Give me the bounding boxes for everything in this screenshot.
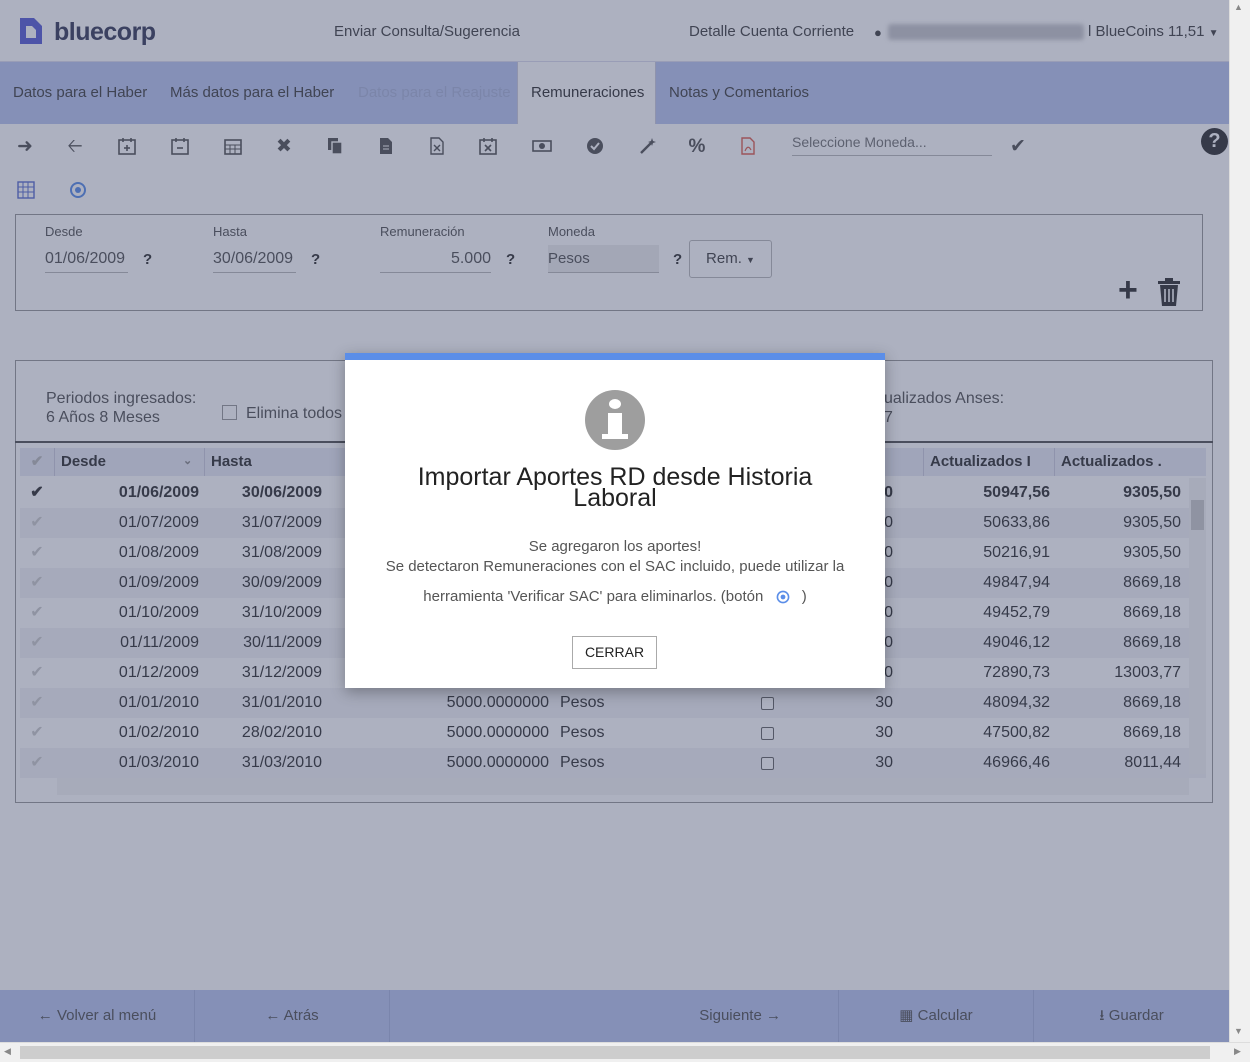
info-modal: Importar Aportes RD desde Historia Labor… <box>345 353 885 688</box>
page-hscroll-thumb[interactable] <box>20 1046 1210 1059</box>
scroll-right-icon[interactable]: ▶ <box>1234 1046 1241 1057</box>
scroll-left-icon[interactable]: ◀ <box>4 1046 11 1057</box>
modal-line-3: herramienta 'Verificar SAC' para elimina… <box>355 588 875 605</box>
info-icon <box>585 390 645 450</box>
modal-line-3-end: ) <box>801 588 807 605</box>
modal-line-3-text: herramienta 'Verificar SAC' para elimina… <box>423 588 764 605</box>
page-hscroll[interactable]: ◀ ▶ <box>0 1042 1250 1062</box>
modal-line-2: Se detectaron Remuneraciones con el SAC … <box>385 558 845 575</box>
scroll-up-icon[interactable]: ▲ <box>1234 2 1243 12</box>
page-vscroll[interactable]: ▲ ▼ <box>1229 0 1250 1042</box>
verify-sac-icon <box>768 588 798 605</box>
scroll-down-icon[interactable]: ▼ <box>1234 1026 1243 1036</box>
modal-line-1: Se agregaron los aportes! <box>528 538 702 555</box>
close-button[interactable]: CERRAR <box>572 636 657 669</box>
modal-title: Importar Aportes RD desde Historia Labor… <box>417 463 813 512</box>
